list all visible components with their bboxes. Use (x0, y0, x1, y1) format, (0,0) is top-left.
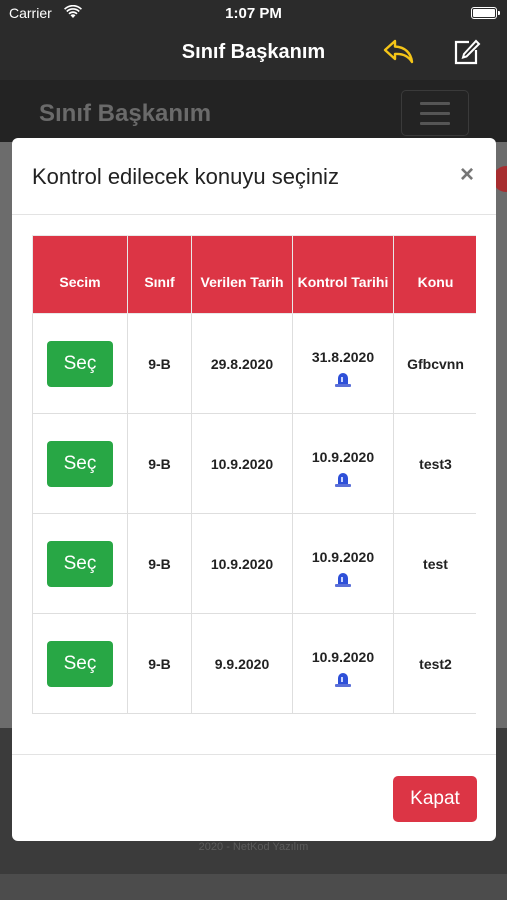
kontrol-tarihi-value: 31.8.2020 (311, 348, 375, 365)
close-icon[interactable]: × (456, 162, 478, 188)
kontrol-tarihi-value: 10.9.2020 (311, 548, 375, 565)
modal-footer: Kapat (12, 754, 496, 841)
sinif-cell: 9-B (127, 413, 192, 514)
header-sinif: Sınıf (127, 235, 192, 314)
kontrol-tarihi-cell: 31.8.2020 (292, 313, 394, 414)
page-brand: Sınıf Başkanım (39, 100, 212, 127)
kontrol-tarihi-value: 10.9.2020 (311, 448, 375, 465)
verilen-tarih-cell: 10.9.2020 (191, 513, 293, 614)
close-modal-button[interactable]: Kapat (393, 776, 477, 822)
verilen-tarih-cell: 10.9.2020 (191, 413, 293, 514)
table-row: Seç 9-B 10.9.2020 10.9.2020 test3 (32, 413, 476, 514)
header-kontrol-tarihi: Kontrol Tarihi (292, 235, 394, 314)
bottom-strip (0, 874, 507, 900)
compose-icon[interactable] (451, 37, 481, 67)
sinif-cell: 9-B (127, 513, 192, 614)
select-cell: Seç (32, 313, 128, 414)
nav-title: Sınıf Başkanım (181, 41, 326, 63)
table-row: Seç 9-B 9.9.2020 10.9.2020 test2 (32, 613, 476, 714)
kontrol-tarihi-value: 10.9.2020 (311, 648, 375, 665)
select-cell: Seç (32, 413, 128, 514)
verilen-tarih-cell: 29.8.2020 (191, 313, 293, 414)
menu-toggle-icon[interactable] (401, 90, 469, 136)
topic-table-container[interactable]: Secim Sınıf Verilen Tarih Kontrol Tarihi… (32, 235, 476, 813)
footer-copyright: 2020 - NetKod Yazılım (198, 841, 309, 853)
siren-icon (335, 672, 351, 687)
page-header: Sınıf Başkanım (0, 80, 507, 142)
header-secim: Secim (32, 235, 128, 314)
select-cell: Seç (32, 513, 128, 614)
select-button[interactable]: Seç (47, 440, 113, 487)
konu-cell: test (393, 513, 476, 614)
nav-bar: Sınıf Başkanım (0, 26, 507, 80)
select-button[interactable]: Seç (47, 540, 113, 587)
select-topic-modal: Kontrol edilecek konuyu seçiniz × Secim … (12, 138, 496, 841)
konu-cell: test3 (393, 413, 476, 514)
reply-arrow-icon[interactable] (382, 37, 416, 67)
topic-table: Secim Sınıf Verilen Tarih Kontrol Tarihi… (32, 235, 476, 714)
battery-icon (471, 7, 500, 19)
sinif-cell: 9-B (127, 613, 192, 714)
header-konu: Konu (393, 235, 476, 314)
table-row: Seç 9-B 10.9.2020 10.9.2020 test (32, 513, 476, 614)
status-time: 1:07 PM (225, 5, 282, 22)
konu-cell: Gfbcvnn (393, 313, 476, 414)
table-row: Seç 9-B 29.8.2020 31.8.2020 Gfbcvnn (32, 313, 476, 414)
select-cell: Seç (32, 613, 128, 714)
select-button[interactable]: Seç (47, 640, 113, 687)
table-header-row: Secim Sınıf Verilen Tarih Kontrol Tarihi… (32, 235, 476, 314)
siren-icon (335, 372, 351, 387)
kontrol-tarihi-cell: 10.9.2020 (292, 613, 394, 714)
select-button[interactable]: Seç (47, 340, 113, 387)
modal-title: Kontrol edilecek konuyu seçiniz (32, 164, 339, 189)
header-verilen-tarih: Verilen Tarih (191, 235, 293, 314)
siren-icon (335, 572, 351, 587)
modal-header: Kontrol edilecek konuyu seçiniz × (12, 138, 496, 215)
siren-icon (335, 472, 351, 487)
status-bar: Carrier 1:07 PM (0, 0, 507, 26)
sinif-cell: 9-B (127, 313, 192, 414)
kontrol-tarihi-cell: 10.9.2020 (292, 513, 394, 614)
verilen-tarih-cell: 9.9.2020 (191, 613, 293, 714)
konu-cell: test2 (393, 613, 476, 714)
kontrol-tarihi-cell: 10.9.2020 (292, 413, 394, 514)
